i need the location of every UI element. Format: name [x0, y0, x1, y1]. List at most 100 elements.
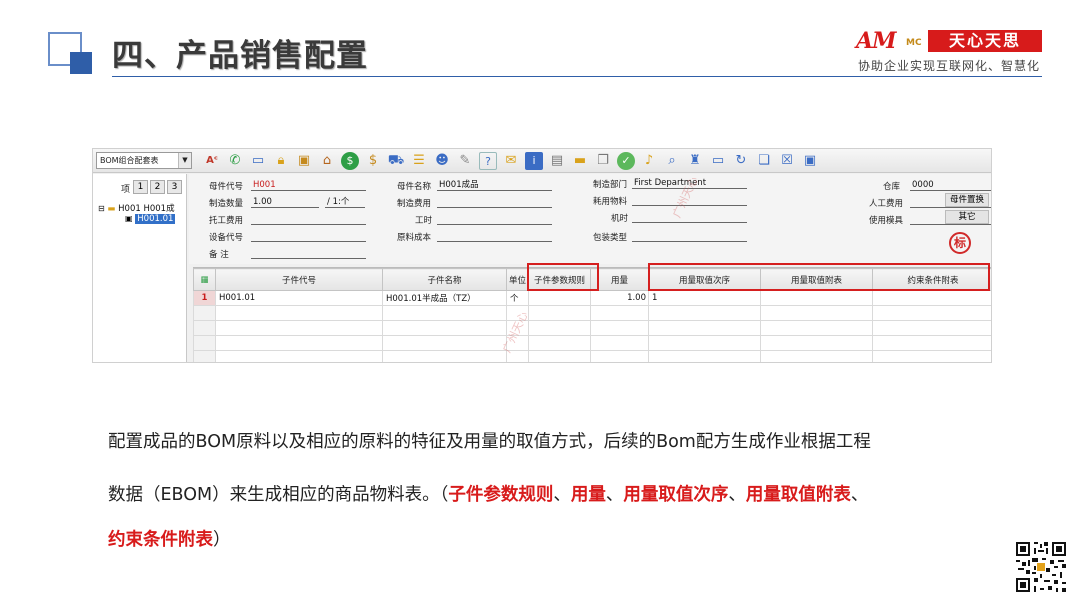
- col-header-unit[interactable]: 单位: [506, 268, 529, 291]
- clipboard-icon[interactable]: ☰: [410, 152, 428, 170]
- equip-field[interactable]: [251, 231, 366, 242]
- cell-qty-table[interactable]: [760, 290, 873, 306]
- parent-code-field[interactable]: H001: [251, 180, 366, 191]
- moneybag-icon[interactable]: $: [364, 152, 382, 170]
- company-logo: AM MC 天心天思: [856, 28, 1042, 54]
- highlight-qty-order-text: 用量取值次序: [623, 485, 729, 505]
- form-type-select[interactable]: BOM组合配套表 ▼: [96, 152, 192, 169]
- highlight-qty-table-text: 用量取值附表: [745, 485, 851, 505]
- cell-constraint-table[interactable]: [872, 290, 991, 306]
- table-row[interactable]: [193, 335, 991, 351]
- highlight-constraint-text: 约束条件附表: [108, 530, 213, 550]
- description-text: ）: [213, 530, 231, 550]
- material-cost-field[interactable]: [437, 231, 552, 242]
- cell-name[interactable]: H001.01半成品（TZ）: [382, 290, 507, 306]
- package-field[interactable]: [632, 231, 747, 242]
- document-icon[interactable]: ▤: [548, 152, 566, 170]
- cell-code[interactable]: H001.01: [215, 290, 383, 306]
- cell-unit[interactable]: 个: [506, 290, 529, 306]
- mold-label: 使用模具: [869, 216, 904, 226]
- description-line-2: 数据（EBOM）来生成相应的商品物料表。（子件参数规则、用量、用量取值次序、用量…: [108, 481, 1008, 506]
- logo-sub: MC: [906, 38, 922, 48]
- home-icon[interactable]: ⌂: [318, 152, 336, 170]
- chevron-down-icon[interactable]: ▼: [178, 153, 191, 168]
- outsource-field[interactable]: [251, 214, 366, 225]
- form-type-value: BOM组合配套表: [100, 156, 159, 165]
- monitor-icon[interactable]: ▭: [249, 152, 267, 170]
- separator: 、: [605, 485, 624, 505]
- tree-node-root[interactable]: ⊟ ▬ H001 H001成: [98, 202, 175, 214]
- refresh-icon[interactable]: ↻: [732, 152, 750, 170]
- parent-replace-button[interactable]: 母件置换: [945, 193, 989, 207]
- grid-corner-icon[interactable]: ▦: [193, 268, 216, 291]
- highlight-qty-text: 用量: [570, 485, 606, 505]
- col-header-qty[interactable]: 用量: [590, 268, 649, 291]
- note-label: 备 注: [209, 250, 229, 260]
- info-icon[interactable]: i: [525, 152, 543, 170]
- wrench-icon[interactable]: ✎: [456, 152, 474, 170]
- col-header-name[interactable]: 子件名称: [382, 268, 507, 291]
- mail-icon[interactable]: ✉: [502, 152, 520, 170]
- table-row[interactable]: [193, 305, 991, 321]
- description-line-1: 配置成品的BOM原料以及相应的原料的特征及用量的取值方式，后续的Bom配方生成作…: [108, 428, 1008, 453]
- screen-icon[interactable]: ▭: [709, 152, 727, 170]
- separator: 、: [850, 485, 869, 505]
- hours-field[interactable]: [437, 214, 552, 225]
- unit-select[interactable]: / 1:个: [325, 197, 365, 208]
- parent-name-field[interactable]: H001成品: [437, 180, 552, 191]
- level-3-button[interactable]: 3: [167, 180, 182, 194]
- separator: 、: [728, 485, 746, 505]
- check-icon[interactable]: ✓: [617, 152, 635, 170]
- window-icon[interactable]: ❏: [755, 152, 773, 170]
- cart-icon[interactable]: ⛟: [387, 152, 405, 170]
- phone-icon[interactable]: ✆: [226, 152, 244, 170]
- toolbar-icons: Aᶜ ✆ ▭ 🔒︎ ▣ ⌂ $ $ ⛟ ☰ ☻ ✎ ? ✉ i ▤ ▬ ❐ ✓ …: [203, 152, 819, 170]
- copy-icon[interactable]: ❐: [594, 152, 612, 170]
- level-1-button[interactable]: 1: [133, 180, 148, 194]
- bell-icon[interactable]: ♪: [640, 152, 658, 170]
- table-row[interactable]: [193, 350, 991, 362]
- tree-node-child[interactable]: ▣ H001.01: [125, 214, 176, 224]
- collapse-icon[interactable]: ⊟: [98, 204, 105, 213]
- org-icon[interactable]: ♜: [686, 152, 704, 170]
- col-header-code[interactable]: 子件代号: [215, 268, 383, 291]
- title-divider: [112, 76, 1042, 77]
- warehouse-field[interactable]: 0000: [910, 180, 991, 191]
- lock-icon[interactable]: 🔒︎: [272, 152, 290, 170]
- mfg-cost-label: 制造费用: [397, 199, 432, 209]
- machine-field[interactable]: [632, 212, 747, 223]
- hours-label: 工时: [415, 216, 433, 226]
- table-row[interactable]: 1 H001.01 H001.01半成品（TZ） 个 1.00 1: [193, 290, 991, 306]
- close-icon[interactable]: ☒: [778, 152, 796, 170]
- briefcase-icon[interactable]: ▣: [295, 152, 313, 170]
- qr-code[interactable]: [1014, 540, 1068, 594]
- search-icon[interactable]: ⌕: [663, 152, 681, 170]
- people-icon[interactable]: ☻: [433, 152, 451, 170]
- qty-field[interactable]: 1.00: [251, 197, 319, 208]
- folder-icon[interactable]: ▬: [571, 152, 589, 170]
- other-button[interactable]: 其它: [945, 210, 989, 224]
- equip-label: 设备代号: [209, 233, 244, 243]
- toolbar: BOM组合配套表 ▼ Aᶜ ✆ ▭ 🔒︎ ▣ ⌂ $ $ ⛟ ☰ ☻ ✎ ? ✉…: [93, 149, 991, 173]
- bom-config-window: BOM组合配套表 ▼ Aᶜ ✆ ▭ 🔒︎ ▣ ⌂ $ $ ⛟ ☰ ☻ ✎ ? ✉…: [92, 148, 992, 363]
- row-number[interactable]: 1: [193, 290, 216, 306]
- mfg-cost-field[interactable]: [437, 197, 552, 208]
- highlight-param-rule-text: 子件参数规则: [448, 485, 554, 505]
- cell-param-rule[interactable]: [528, 290, 591, 306]
- save-icon[interactable]: ▣: [801, 152, 819, 170]
- level-2-button[interactable]: 2: [150, 180, 165, 194]
- tree-node-child-label: H001.01: [135, 214, 176, 224]
- cell-qty[interactable]: 1.00: [590, 290, 649, 306]
- cell-qty-order[interactable]: 1: [648, 290, 761, 306]
- note-field[interactable]: [251, 248, 366, 259]
- dollar-icon[interactable]: $: [341, 152, 359, 170]
- folder-icon: ▬: [107, 204, 116, 214]
- logo-text: 天心天思: [928, 30, 1042, 52]
- abc-icon[interactable]: Aᶜ: [203, 152, 221, 170]
- help-icon[interactable]: ?: [479, 152, 497, 170]
- table-row[interactable]: [193, 320, 991, 336]
- description-line-3: 约束条件附表）: [108, 526, 1008, 551]
- parent-name-label: 母件名称: [397, 182, 432, 192]
- consumables-label: 耗用物料: [593, 197, 628, 207]
- slide-title: 四、产品销售配置: [112, 38, 368, 74]
